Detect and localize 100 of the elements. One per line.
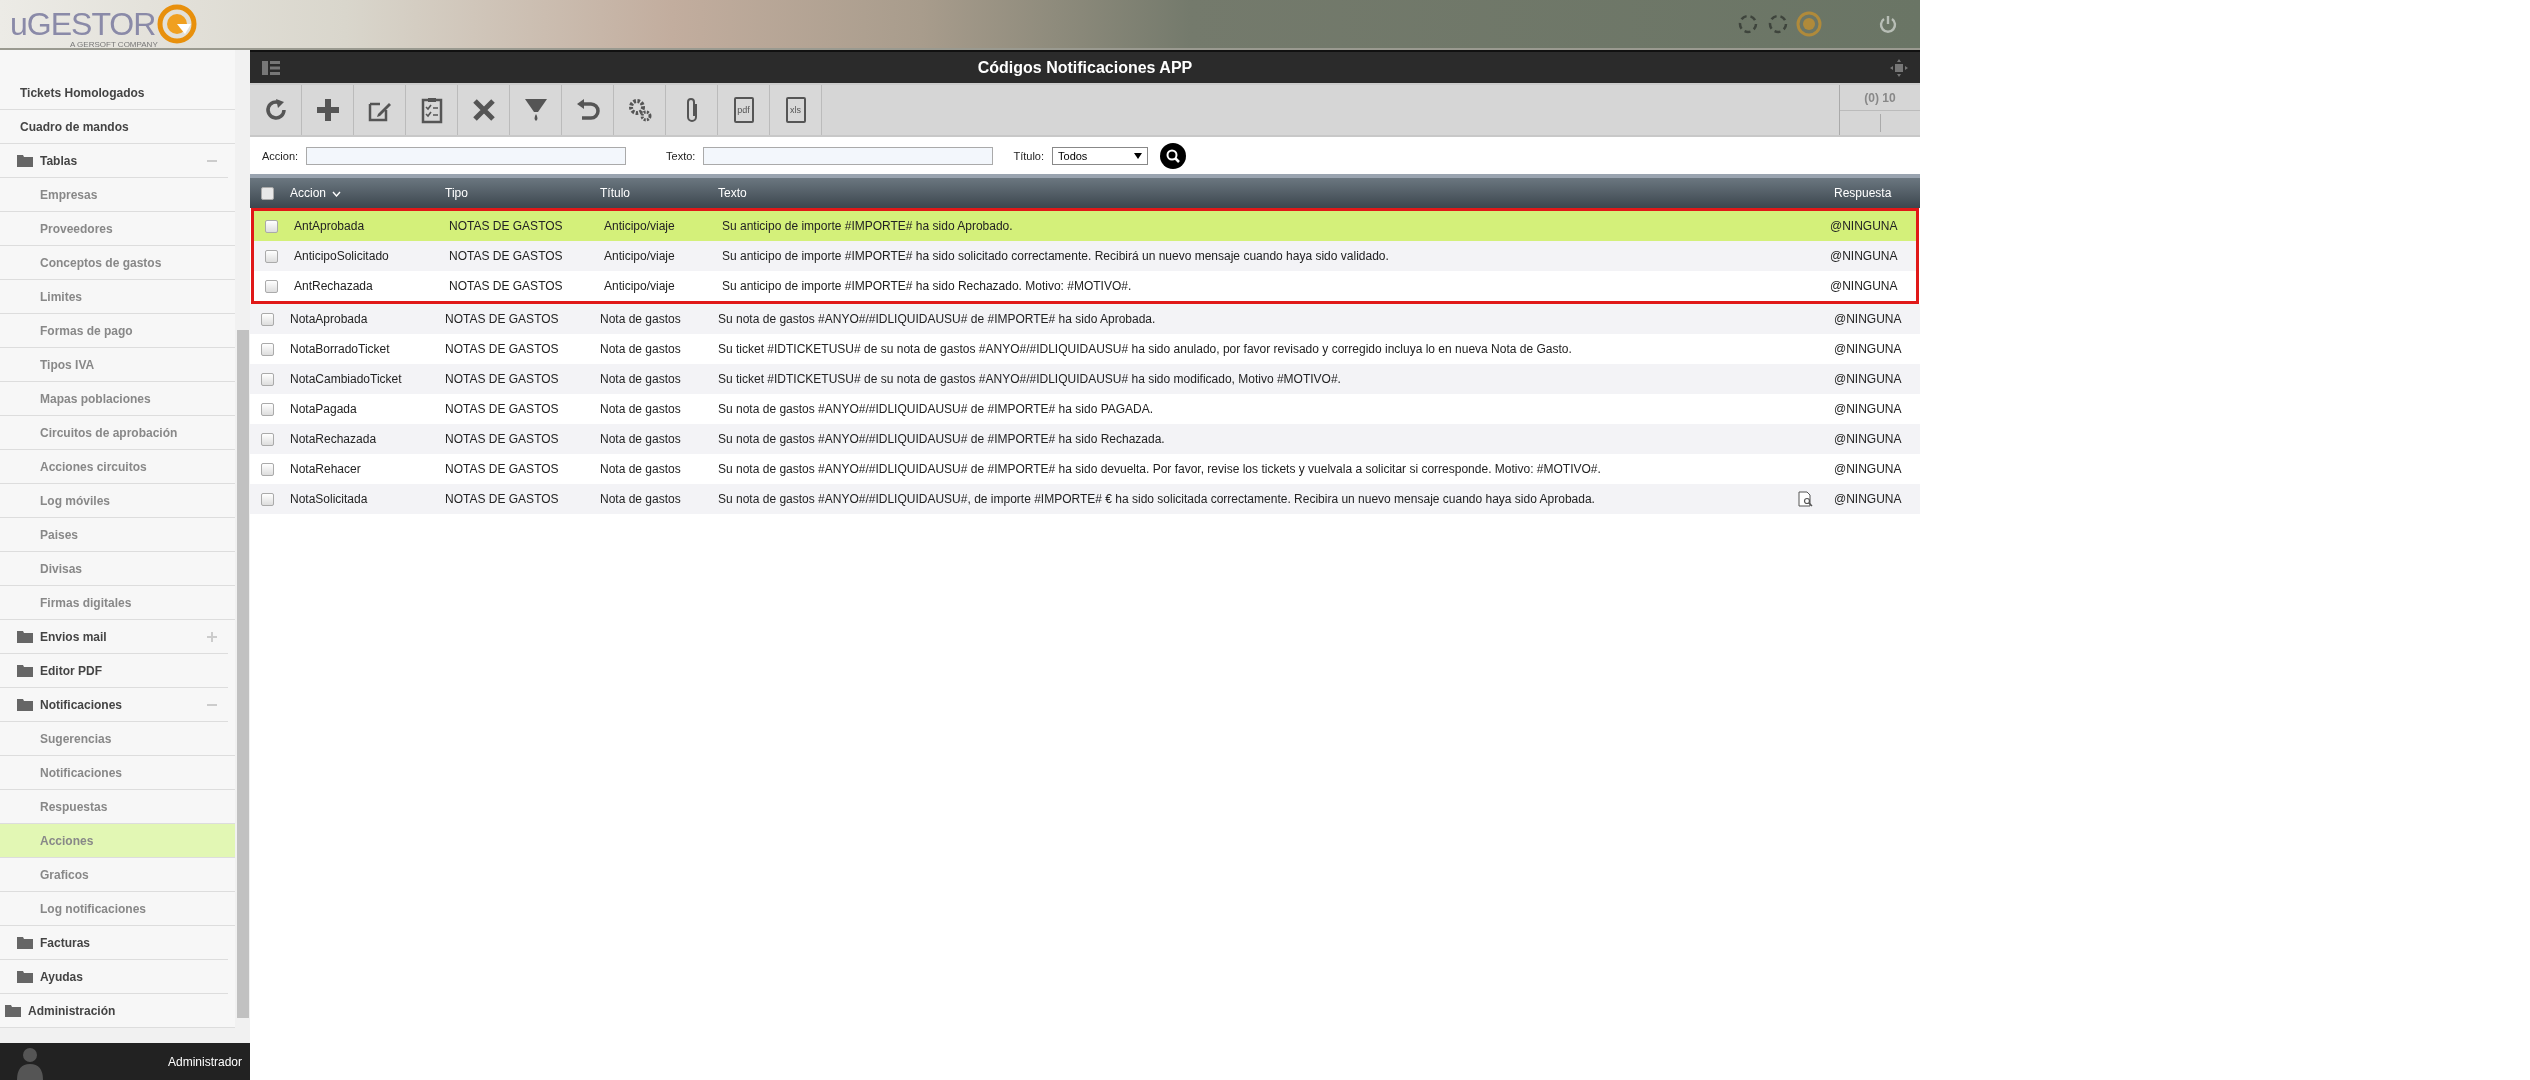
- column-header[interactable]: Accion: [284, 186, 348, 200]
- table-cell-text: Su ticket #IDTICKETUSU# de su nota de gastos #ANYO#/#IDLIQUIDAUSU# ha sido modificado, Motivo #MOTIVO#.: [717, 372, 1342, 386]
- document-search-icon[interactable]: [1798, 491, 1814, 507]
- column-header[interactable]: Respuesta: [1828, 186, 1898, 200]
- table-cell-text: Su anticipo de importe #IMPORTE# ha sido Rechazado. Motivo: #MOTIVO#.: [721, 279, 1133, 293]
- search-button[interactable]: [1160, 142, 1186, 169]
- row-checkbox[interactable]: [260, 402, 274, 416]
- table-cell-text: NOTAS DE GASTOS: [448, 279, 564, 293]
- table-cell-text: NOTAS DE GASTOS: [448, 219, 564, 233]
- titulo-select[interactable]: Todos: [1052, 146, 1148, 165]
- table-cell-text: Nota de gastos: [599, 492, 682, 506]
- sidebar-item[interactable]: Editor PDF: [0, 654, 228, 688]
- table-row[interactable]: NotaRechazada NOTAS DE GASTOS Nota de gastos Su nota de gastos #ANYO#/#IDLIQUIDAUSU# de #IMPORTE# ha sido Rechazada. @NINGUNA: [250, 424, 1920, 454]
- table-cell-text: @NINGUNA: [1829, 279, 1899, 293]
- scrollbar[interactable]: [0, 1028, 250, 1043]
- row-checkbox[interactable]: [260, 462, 274, 476]
- brand-icon[interactable]: [1796, 11, 1822, 37]
- table-cell-text: Anticipo/viaje: [603, 249, 676, 263]
- folder-icon: [17, 154, 33, 167]
- table-cell-text: NOTAS DE GASTOS: [444, 462, 560, 476]
- logo-text: uGESTOR: [10, 5, 156, 42]
- table-cell-text: Nota de gastos: [599, 342, 682, 356]
- table-row[interactable]: NotaAprobada NOTAS DE GASTOS Nota de gastos Su nota de gastos #ANYO#/#IDLIQUIDAUSU# de #IMPORTE# ha sido Aprobada. @NINGUNA: [250, 304, 1920, 334]
- table-cell-text: Nota de gastos: [599, 432, 682, 446]
- column-header[interactable]: Texto: [712, 186, 753, 200]
- sync-icon[interactable]: [1766, 12, 1790, 36]
- table-cell-text: Anticipo/viaje: [603, 279, 676, 293]
- row-checkbox[interactable]: [264, 249, 278, 263]
- table-cell-text: NotaCambiadoTicket: [289, 372, 403, 386]
- table-cell-text: Su anticipo de importe #IMPORTE# ha sido Aprobado.: [721, 219, 1014, 233]
- field-label: Texto:: [666, 149, 696, 162]
- folder-icon: [17, 664, 33, 677]
- table-cell-text: @NINGUNA: [1833, 492, 1903, 506]
- table-cell-text: Su nota de gastos #ANYO#/#IDLIQUIDAUSU# de #IMPORTE# ha sido devuelta. Por favor, revise los tickets y vuelvala a solicitar si corresponde. Motivo: #MOTIVO#.: [717, 462, 1602, 476]
- table-cell-text: @NINGUNA: [1833, 312, 1903, 326]
- sidebar-item[interactable]: Envios mail: [0, 620, 228, 654]
- sidebar-item[interactable]: Notificaciones: [0, 688, 228, 722]
- sidebar-toggle-icon[interactable]: [262, 60, 280, 75]
- column-header[interactable]: Tipo: [439, 186, 474, 200]
- scrollbar[interactable]: [235, 50, 250, 1028]
- dropdown-arrow-icon: [1134, 152, 1142, 159]
- power-icon[interactable]: [1878, 14, 1898, 34]
- table-row[interactable]: AntAprobada NOTAS DE GASTOS Anticipo/viaje Su anticipo de importe #IMPORTE# ha sido Aprobado. @NINGUNA: [254, 211, 1916, 241]
- user-name: Administrador: [167, 1054, 242, 1069]
- row-checkbox[interactable]: [260, 492, 274, 506]
- file-icon: xls: [785, 97, 806, 123]
- table-cell-text: Su nota de gastos #ANYO#/#IDLIQUIDAUSU#, de importe #IMPORTE# € ha sido solicitada correctamente. Recibira un nuevo mensaje cuando haya sido Aprobada.: [717, 492, 1596, 506]
- accion-field[interactable]: [306, 146, 627, 165]
- table-cell-text: Nota de gastos: [599, 312, 682, 326]
- select-all-checkbox[interactable]: [260, 186, 274, 200]
- table-cell-text: Su nota de gastos #ANYO#/#IDLIQUIDAUSU# de #IMPORTE# ha sido Rechazada.: [717, 432, 1166, 446]
- table-cell-text: Nota de gastos: [599, 372, 682, 386]
- table-cell-text: NOTAS DE GASTOS: [444, 342, 560, 356]
- table-row[interactable]: NotaCambiadoTicket NOTAS DE GASTOS Nota de gastos Su ticket #IDTICKETUSU# de su nota de gastos #ANYO#/#IDLIQUIDAUSU# ha sido modificado, Motivo #MOTIVO#. @NINGUNA: [250, 364, 1920, 394]
- texto-field[interactable]: [703, 146, 994, 165]
- table-cell-text: NOTAS DE GASTOS: [448, 249, 564, 263]
- table-cell-text: @NINGUNA: [1833, 372, 1903, 386]
- table-cell-text: Su nota de gastos #ANYO#/#IDLIQUIDAUSU# de #IMPORTE# ha sido PAGADA.: [717, 402, 1155, 416]
- column-header[interactable]: Título: [594, 186, 636, 200]
- table-cell-text: NotaRechazada: [289, 432, 378, 446]
- table-cell-text: NOTAS DE GASTOS: [444, 432, 560, 446]
- expand-icon[interactable]: [206, 631, 218, 643]
- field-label: Accion:: [262, 149, 299, 162]
- panel-title: Códigos Notificaciones APP: [977, 58, 1193, 77]
- table-row[interactable]: AnticipoSolicitado NOTAS DE GASTOS Anticipo/viaje Su anticipo de importe #IMPORTE# ha sido solicitado correctamente. Recibirá un nuevo mensaje cuando haya sido validado. @NINGUNA: [254, 241, 1916, 271]
- table-cell-text: NotaAprobada: [289, 312, 369, 326]
- table-cell-text: @NINGUNA: [1833, 342, 1903, 356]
- table-cell-text: Anticipo/viaje: [603, 219, 676, 233]
- table-cell-text: Su nota de gastos #ANYO#/#IDLIQUIDAUSU# de #IMPORTE# ha sido Aprobada.: [717, 312, 1157, 326]
- table-cell-text: @NINGUNA: [1829, 219, 1899, 233]
- table-cell-text: Su ticket #IDTICKETUSU# de su nota de gastos #ANYO#/#IDLIQUIDAUSU# ha sido anulado, por favor revisado y corregido incluya lo en nueva Nota de Gasto.: [717, 342, 1573, 356]
- row-checkbox[interactable]: [260, 342, 274, 356]
- sidebar-item[interactable]: Tablas: [0, 144, 228, 178]
- sidebar-item[interactable]: Facturas: [0, 926, 228, 960]
- row-checkbox[interactable]: [260, 372, 274, 386]
- search-icon: [1165, 147, 1181, 164]
- sync-icon[interactable]: [1736, 12, 1760, 36]
- table-cell-text: @NINGUNA: [1829, 249, 1899, 263]
- row-checkbox[interactable]: [264, 219, 278, 233]
- table-cell-text: Su anticipo de importe #IMPORTE# ha sido solicitado correctamente. Recibirá un nuevo mensaje cuando haya sido validado.: [721, 249, 1390, 263]
- row-checkbox[interactable]: [260, 432, 274, 446]
- table-cell-text: @NINGUNA: [1833, 462, 1903, 476]
- row-checkbox[interactable]: [260, 312, 274, 326]
- record-count: (0) 10: [1840, 85, 1920, 111]
- folder-icon: [17, 970, 33, 983]
- table-cell-text: AntRechazada: [293, 279, 374, 293]
- folder-icon: [17, 936, 33, 949]
- move-icon[interactable]: [1890, 58, 1908, 77]
- table-cell-text: NotaRehacer: [289, 462, 362, 476]
- table-cell-text: NOTAS DE GASTOS: [444, 372, 560, 386]
- folder-icon: [17, 630, 33, 643]
- table-cell-text: Nota de gastos: [599, 402, 682, 416]
- sidebar-item[interactable]: Ayudas: [0, 960, 228, 994]
- table-row[interactable]: [250, 484, 1920, 514]
- table-cell-text: @NINGUNA: [1833, 402, 1903, 416]
- row-checkbox[interactable]: [264, 279, 278, 293]
- table-cell-text: NotaBorradoTicket: [289, 342, 391, 356]
- table-cell-text: AnticipoSolicitado: [293, 249, 390, 263]
- table-cell-text: NOTAS DE GASTOS: [444, 492, 560, 506]
- table-cell-text: NotaSolicitada: [289, 492, 369, 506]
